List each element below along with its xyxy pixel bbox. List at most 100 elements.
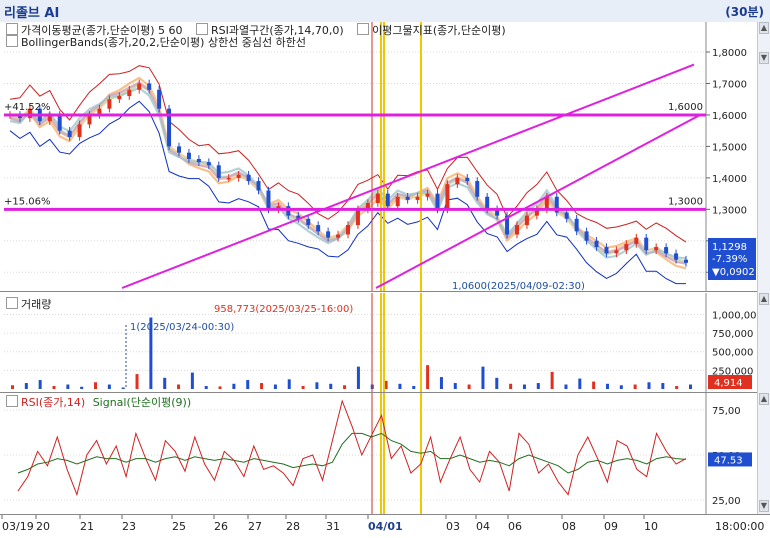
- candle-body: [286, 206, 291, 216]
- legend-box[interactable]: [6, 395, 18, 407]
- rsi-chart[interactable]: 75,0050,0025,0047.53: [0, 393, 758, 514]
- time-axis[interactable]: 03/19 20 21 23 25 26 27 28 31 04/01 03 04 06 08 09 10 18…: [0, 514, 770, 538]
- volume-bar: [356, 366, 360, 389]
- level-label-high: 1,6000: [668, 102, 703, 113]
- min-annotation: 1(2025/03/24-00:30): [130, 322, 234, 333]
- plot-bg: [0, 393, 758, 514]
- change-abs-label: ▼0,0902: [712, 267, 755, 278]
- candle-body: [564, 212, 569, 219]
- candle-body: [435, 193, 440, 210]
- legend-box[interactable]: [6, 297, 18, 309]
- title-bar: 리졸브 AI (30분): [0, 0, 770, 23]
- candle-body: [157, 89, 162, 109]
- x-tick-label: 03/19: [2, 520, 34, 533]
- volume-chart[interactable]: 1,000,000750,000500,000250,000958,773(20…: [0, 293, 758, 393]
- y-tick-label: 75,00: [712, 406, 741, 417]
- stock-name: 리졸브 AI: [4, 6, 60, 21]
- x-tick-label: 10: [644, 520, 658, 533]
- candle-body: [256, 181, 261, 191]
- volume-bar: [204, 386, 208, 389]
- rsi-legend: RSI(종가,14) Signal(단순이평(9)): [6, 394, 191, 410]
- volume-bar: [536, 383, 540, 389]
- legend-volume: 거래량: [21, 298, 52, 311]
- candle-body: [226, 177, 231, 180]
- pct-label-mid: +15.06%: [4, 196, 51, 207]
- legend-ma-net: 이평그물지표(종가,단순이평): [372, 24, 506, 37]
- candle-body: [196, 159, 201, 163]
- candle-body: [246, 174, 251, 182]
- volume-bar: [301, 386, 305, 389]
- volume-bar: [412, 386, 416, 389]
- candle-body: [117, 96, 122, 100]
- volume-bar: [121, 387, 125, 389]
- volume-bar: [633, 384, 637, 389]
- volume-bar: [564, 384, 568, 389]
- candle-body: [236, 174, 241, 178]
- candle-body: [485, 196, 490, 210]
- volume-bar: [135, 374, 139, 389]
- current-price-label: 1,1298: [712, 242, 747, 253]
- scroll-up-icon[interactable]: ▲: [759, 293, 769, 305]
- volume-bar: [592, 381, 596, 389]
- scroll-down-icon[interactable]: ▼: [759, 52, 769, 64]
- volume-bar: [260, 383, 264, 389]
- candle-body: [415, 196, 420, 200]
- volume-bar: [246, 380, 250, 389]
- candle-body: [445, 184, 450, 210]
- volume-bar: [467, 384, 471, 389]
- y-tick-label: 1,4000: [712, 174, 747, 185]
- scroll-down-icon[interactable]: ▼: [759, 500, 769, 512]
- volume-bar: [66, 384, 70, 389]
- candle-body: [326, 231, 331, 238]
- x-tick-label: 09: [604, 520, 618, 533]
- volume-bar: [398, 383, 402, 389]
- candle-body: [684, 259, 688, 263]
- candle-body: [475, 181, 480, 197]
- candle-body: [177, 146, 181, 153]
- bb-legend: BollingerBands(종가,20,2,단순이평) 상한선 중심선 하한선: [6, 34, 306, 50]
- x-tick-label: 08: [562, 520, 576, 533]
- vertical-scrollbar[interactable]: ▲ ▼ ▲ ▲ ▼: [757, 22, 770, 514]
- price-chart[interactable]: 1,80001,70001,60001,50001,40001,30001,20…: [0, 22, 758, 292]
- interval-label[interactable]: (30분): [725, 3, 764, 20]
- candle-body: [634, 237, 639, 244]
- candle-body: [316, 225, 321, 232]
- candle-body: [67, 130, 72, 137]
- scroll-up-icon[interactable]: ▲: [759, 22, 769, 34]
- candle-body: [515, 225, 519, 235]
- scroll-up-icon[interactable]: ▲: [759, 393, 769, 405]
- volume-bar: [287, 379, 291, 389]
- candle-body: [405, 196, 410, 200]
- rsi-current-label: 47.53: [714, 455, 743, 466]
- y-tick-label: 1,8000: [712, 48, 747, 59]
- volume-bar: [80, 386, 84, 389]
- volume-bar: [232, 383, 236, 389]
- volume-bar: [619, 385, 623, 389]
- candle-body: [664, 247, 669, 254]
- candle-body: [375, 193, 380, 204]
- candle-body: [674, 253, 679, 260]
- x-tick-label: 31: [326, 520, 340, 533]
- volume-bar: [675, 386, 679, 389]
- candle-body: [216, 165, 221, 178]
- x-tick-label: 21: [80, 520, 94, 533]
- volume-bar: [509, 383, 513, 389]
- candle-body: [336, 234, 341, 238]
- candle-body: [614, 250, 619, 254]
- volume-bar: [190, 372, 194, 389]
- volume-bar: [384, 380, 388, 389]
- candle-body: [266, 190, 271, 210]
- candle-body: [524, 215, 529, 226]
- legend-box[interactable]: [6, 35, 18, 47]
- volume-bar: [689, 384, 692, 389]
- candle-body: [186, 152, 191, 159]
- candle-body: [137, 83, 142, 90]
- volume-bar: [453, 383, 457, 389]
- low-annotation: 1,0600(2025/04/09-02:30): [452, 281, 585, 292]
- legend-box[interactable]: [357, 23, 370, 35]
- candle-body: [584, 231, 589, 241]
- candle-body: [654, 247, 659, 251]
- y-tick-label: 1,5000: [712, 142, 747, 153]
- volume-bar: [550, 371, 554, 389]
- y-tick-label: 1,000,000: [712, 310, 758, 321]
